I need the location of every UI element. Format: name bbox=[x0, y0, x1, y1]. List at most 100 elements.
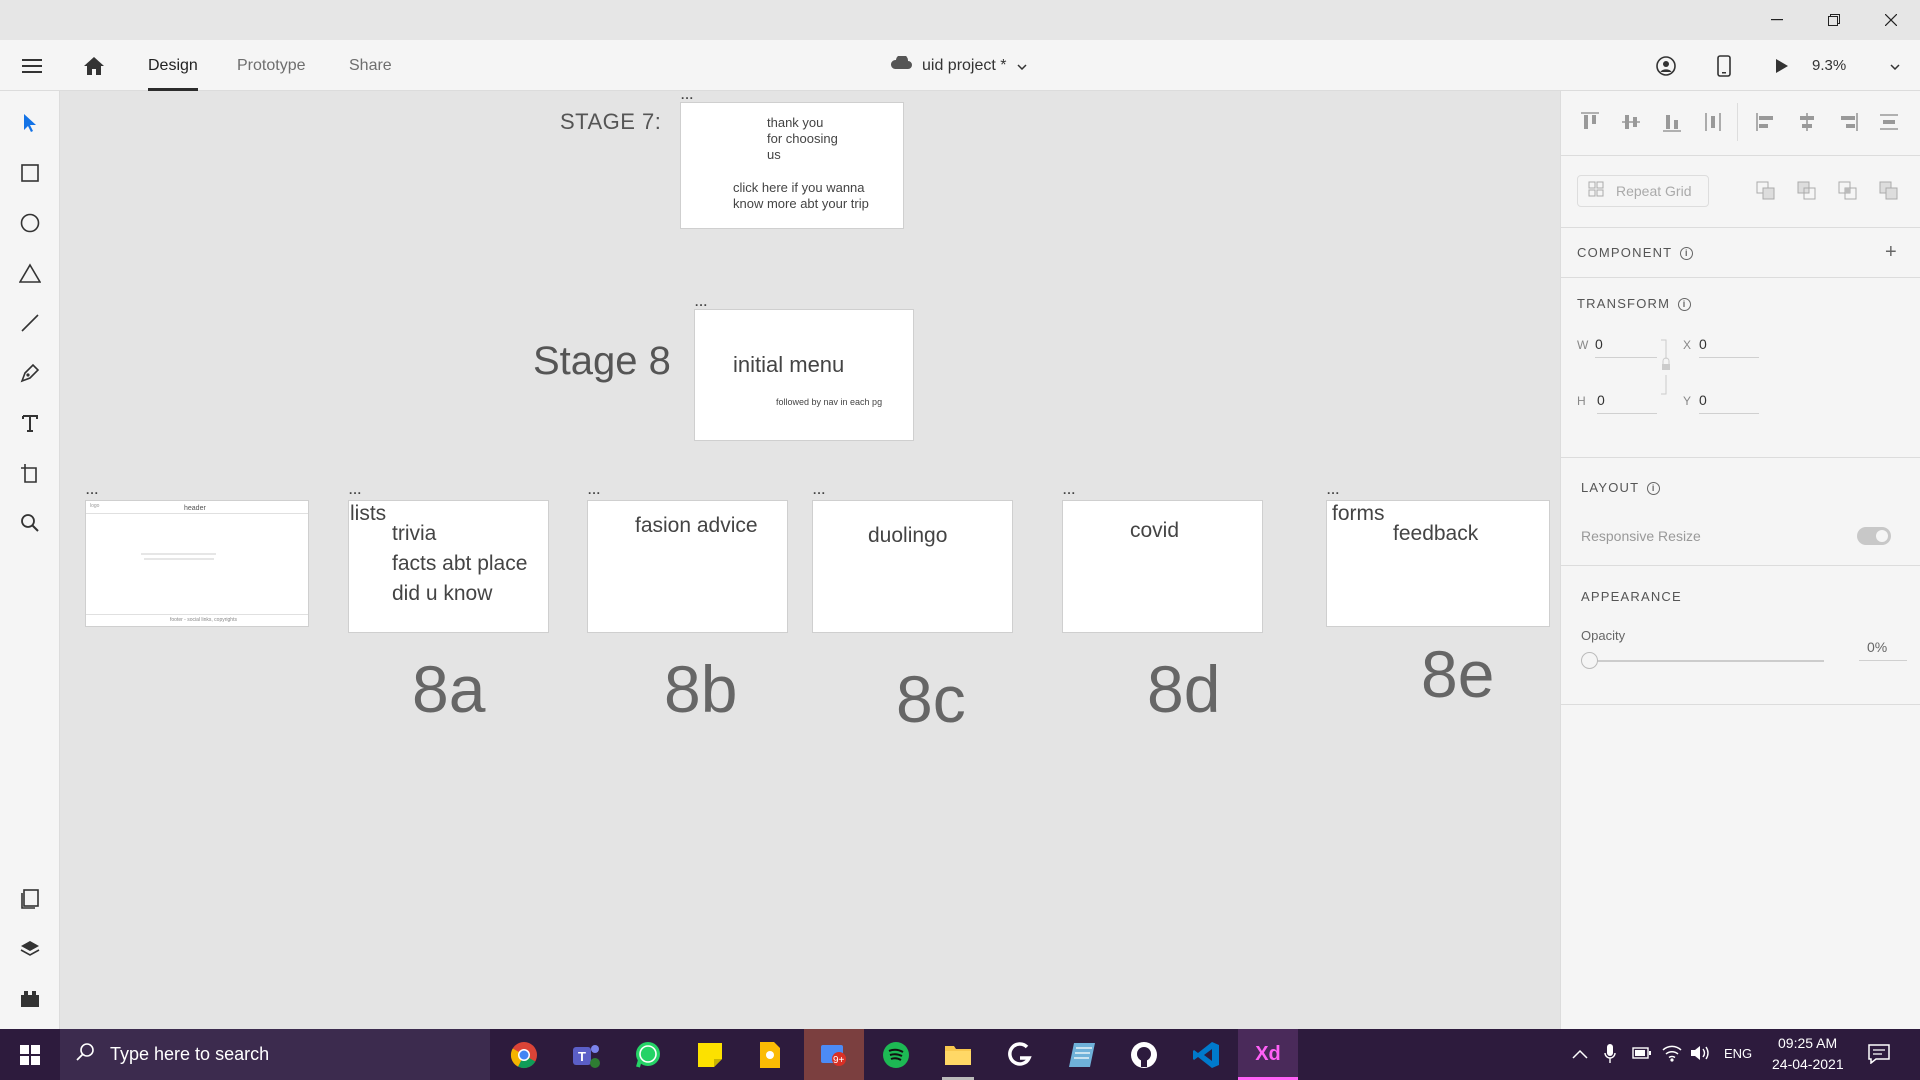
align-middle-icon[interactable] bbox=[1620, 111, 1642, 138]
zoom-dropdown[interactable]: 9.3% bbox=[1812, 40, 1908, 91]
artboard-menu-dots[interactable]: ... bbox=[588, 484, 601, 496]
artboard-template[interactable]: logo header footer - social links, copyr… bbox=[85, 500, 309, 627]
home-icon[interactable] bbox=[74, 40, 114, 91]
language-indicator[interactable]: ENG bbox=[1724, 1046, 1752, 1061]
photos-icon[interactable]: 9+ bbox=[804, 1029, 864, 1080]
play-icon[interactable] bbox=[1764, 40, 1800, 91]
info-icon[interactable]: i bbox=[1680, 247, 1694, 261]
line-icon[interactable] bbox=[10, 303, 50, 343]
info-icon[interactable]: i bbox=[1647, 482, 1661, 496]
opacity-slider-handle[interactable] bbox=[1581, 652, 1598, 669]
battery-icon[interactable] bbox=[1632, 1046, 1652, 1065]
artboard-8d[interactable]: covid bbox=[1062, 500, 1263, 633]
logitech-icon[interactable] bbox=[990, 1029, 1050, 1080]
responsive-resize-toggle[interactable] bbox=[1857, 527, 1891, 545]
search-icon bbox=[76, 1042, 96, 1067]
layers-icon[interactable] bbox=[10, 929, 50, 969]
document-title-dropdown[interactable]: uid project * bbox=[890, 40, 1040, 91]
artboard-stage8[interactable]: initial menu followed by nav in each pg bbox=[694, 309, 914, 441]
pen-icon[interactable] bbox=[10, 353, 50, 393]
user-icon[interactable] bbox=[1648, 40, 1684, 91]
keep-icon[interactable] bbox=[740, 1029, 800, 1080]
tab-prototype[interactable]: Prototype bbox=[237, 40, 305, 91]
boolean-subtract-icon[interactable] bbox=[1797, 181, 1817, 206]
mobile-preview-icon[interactable] bbox=[1706, 40, 1742, 91]
chevron-up-icon[interactable] bbox=[1572, 1046, 1588, 1064]
zoom-icon[interactable] bbox=[10, 503, 50, 543]
ellipse-icon[interactable] bbox=[10, 203, 50, 243]
volume-icon[interactable] bbox=[1690, 1044, 1712, 1067]
teams-icon[interactable]: T bbox=[556, 1029, 616, 1080]
artboard-menu-dots[interactable]: ... bbox=[695, 296, 708, 308]
artboard-8e[interactable]: forms feedback bbox=[1326, 500, 1550, 627]
windows-start-icon[interactable] bbox=[0, 1029, 60, 1080]
minimize-button[interactable] bbox=[1748, 0, 1806, 40]
align-left-icon[interactable] bbox=[1755, 111, 1777, 138]
align-center-icon[interactable] bbox=[1796, 111, 1818, 138]
file-explorer-icon[interactable] bbox=[928, 1029, 988, 1080]
artboard-menu-dots[interactable]: ... bbox=[681, 91, 694, 101]
tab-share[interactable]: Share bbox=[349, 40, 392, 91]
clock-time[interactable]: 09:25 AM bbox=[1778, 1035, 1837, 1051]
microphone-icon[interactable] bbox=[1604, 1043, 1616, 1070]
placeholder-text-line bbox=[141, 553, 216, 555]
responsive-resize-label: Responsive Resize bbox=[1581, 528, 1701, 544]
align-top-icon[interactable] bbox=[1579, 111, 1601, 138]
repeat-grid-button[interactable]: Repeat Grid bbox=[1577, 175, 1709, 207]
align-bottom-icon[interactable] bbox=[1661, 111, 1683, 138]
height-input[interactable]: 0 bbox=[1597, 392, 1657, 414]
select-icon[interactable] bbox=[10, 103, 50, 143]
wifi-icon[interactable] bbox=[1662, 1044, 1682, 1067]
artboard-menu-dots[interactable]: ... bbox=[86, 484, 99, 496]
notifications-icon[interactable] bbox=[1868, 1044, 1890, 1069]
opacity-slider[interactable] bbox=[1589, 660, 1824, 662]
design-canvas[interactable]: STAGE 7: ... thank you for choosing us c… bbox=[60, 91, 1560, 1029]
taskbar-search-box[interactable]: Type here to search bbox=[60, 1029, 490, 1080]
lock-aspect-icon[interactable] bbox=[1659, 339, 1673, 400]
artboard-menu-dots[interactable]: ... bbox=[349, 484, 362, 496]
align-right-icon[interactable] bbox=[1837, 111, 1859, 138]
whatsapp-icon[interactable] bbox=[618, 1029, 678, 1080]
artboard-8c[interactable]: duolingo bbox=[812, 500, 1013, 633]
distribute-horizontal-icon[interactable] bbox=[1702, 111, 1724, 138]
clock-date[interactable]: 24-04-2021 bbox=[1772, 1056, 1844, 1072]
artboard-menu-dots[interactable]: ... bbox=[813, 484, 826, 496]
tab-design[interactable]: Design bbox=[148, 40, 198, 91]
rectangle-icon[interactable] bbox=[10, 153, 50, 193]
width-input[interactable]: 0 bbox=[1595, 336, 1657, 358]
search-placeholder: Type here to search bbox=[110, 1044, 270, 1064]
text-icon[interactable] bbox=[10, 403, 50, 443]
distribute-vertical-icon[interactable] bbox=[1878, 111, 1900, 138]
chevron-down-icon bbox=[1890, 57, 1900, 75]
opacity-input[interactable]: 0% bbox=[1859, 639, 1907, 661]
add-component-icon[interactable]: + bbox=[1885, 241, 1897, 264]
artboard-stage7[interactable]: thank you for choosing us click here if … bbox=[680, 102, 904, 229]
artboard-menu-dots[interactable]: ... bbox=[1327, 484, 1340, 496]
spotify-icon[interactable] bbox=[866, 1029, 926, 1080]
artboard-8b[interactable]: fasion advice bbox=[587, 500, 788, 633]
svg-text:T: T bbox=[578, 1049, 586, 1064]
vscode-icon[interactable] bbox=[1176, 1029, 1236, 1080]
boolean-add-icon[interactable] bbox=[1756, 181, 1776, 206]
chrome-icon[interactable] bbox=[494, 1029, 554, 1080]
restore-button[interactable] bbox=[1805, 0, 1863, 40]
x-input[interactable]: 0 bbox=[1699, 336, 1759, 358]
plugins-icon[interactable] bbox=[10, 979, 50, 1019]
info-icon[interactable]: i bbox=[1678, 298, 1692, 312]
notes-icon[interactable] bbox=[1052, 1029, 1112, 1080]
adobe-xd-icon[interactable]: Xd bbox=[1238, 1029, 1298, 1080]
artboard-menu-dots[interactable]: ... bbox=[1063, 484, 1076, 496]
polygon-icon[interactable] bbox=[10, 253, 50, 293]
artboard-icon[interactable] bbox=[10, 453, 50, 493]
artboard-8a[interactable]: lists trivia facts abt place did u know bbox=[348, 500, 549, 633]
sticky-notes-icon[interactable] bbox=[680, 1029, 740, 1080]
github-icon[interactable] bbox=[1114, 1029, 1174, 1080]
boolean-intersect-icon[interactable] bbox=[1838, 181, 1858, 206]
boolean-exclude-icon[interactable] bbox=[1879, 181, 1899, 206]
hamburger-menu-icon[interactable] bbox=[12, 40, 52, 91]
assets-icon[interactable] bbox=[10, 879, 50, 919]
y-input[interactable]: 0 bbox=[1699, 392, 1759, 414]
logo-placeholder: logo bbox=[90, 503, 100, 509]
close-button[interactable] bbox=[1862, 0, 1920, 40]
zoom-level: 9.3% bbox=[1812, 57, 1847, 74]
